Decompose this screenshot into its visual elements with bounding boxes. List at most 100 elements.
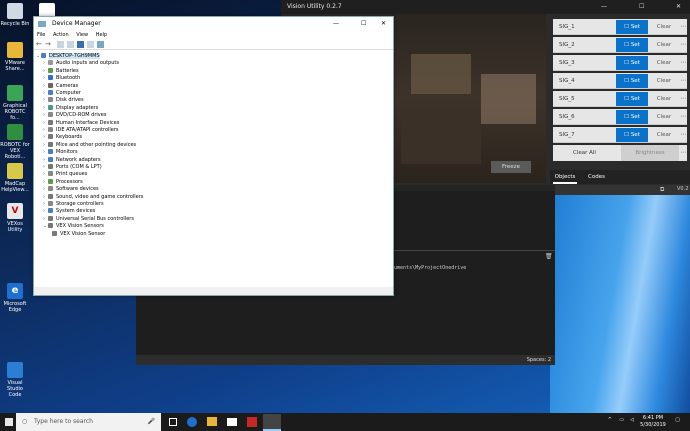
tree-item[interactable]: › Bluetooth bbox=[43, 75, 80, 82]
search-box[interactable]: ○ Type here to search 🎤 bbox=[16, 413, 161, 431]
menu-file[interactable]: File bbox=[37, 32, 45, 38]
tree-item[interactable]: › DVD/CD-ROM drives bbox=[43, 112, 106, 119]
close-icon[interactable]: ✕ bbox=[676, 0, 681, 14]
tree-root[interactable]: ⌄ DESKTOP-7GH9MMS bbox=[36, 53, 100, 60]
minimize-icon[interactable]: — bbox=[601, 0, 607, 14]
tree-item[interactable]: › Human Interface Devices bbox=[43, 119, 119, 127]
app-red-icon[interactable] bbox=[247, 417, 257, 427]
forward-icon[interactable]: → bbox=[45, 41, 52, 48]
tree-item[interactable]: ⌄ VEX Vision Sensors bbox=[43, 223, 104, 230]
file-explorer-icon[interactable] bbox=[207, 417, 217, 426]
clear-button[interactable]: Clear bbox=[649, 92, 679, 106]
vision-utility-taskbar-icon[interactable] bbox=[263, 414, 281, 431]
desktop-icon-graphical-robotc[interactable]: Graphical ROBOTC fo... bbox=[0, 85, 30, 121]
clear-button[interactable]: Clear bbox=[649, 128, 679, 142]
menu-bar: File Action View Help bbox=[34, 31, 393, 40]
tree-item[interactable]: › Audio inputs and outputs bbox=[43, 60, 119, 67]
more-icon[interactable]: ⋯ bbox=[680, 110, 687, 124]
set-button[interactable]: ☐ Set bbox=[616, 20, 648, 34]
set-button[interactable]: ☐ Set bbox=[616, 110, 648, 124]
menu-view[interactable]: View bbox=[76, 32, 88, 38]
tree-item[interactable]: › Processors bbox=[43, 178, 83, 186]
clock-time[interactable]: 6:41 PM bbox=[638, 415, 668, 422]
tree-item[interactable]: › Sound, video and game controllers bbox=[43, 193, 143, 201]
tree-item[interactable]: › IDE ATA/ATAPI controllers bbox=[43, 127, 119, 134]
clear-button[interactable]: Clear bbox=[649, 110, 679, 124]
more-icon[interactable]: ⋯ bbox=[680, 56, 687, 70]
task-view-icon[interactable] bbox=[169, 418, 177, 426]
back-icon[interactable]: ← bbox=[36, 41, 43, 48]
minimize-icon[interactable]: — bbox=[333, 17, 339, 31]
tab-codes[interactable]: Codes bbox=[588, 170, 605, 184]
more-icon[interactable]: ⋯ bbox=[680, 128, 687, 142]
network-icon[interactable]: ▭ bbox=[619, 417, 624, 424]
version-label: V0.2 bbox=[677, 186, 689, 192]
maximize-icon[interactable]: ☐ bbox=[361, 17, 366, 31]
clear-button[interactable]: Clear bbox=[649, 20, 679, 34]
maximize-icon[interactable]: ☐ bbox=[639, 0, 644, 14]
desktop-icon-recycle-bin[interactable]: Recycle Bin bbox=[0, 3, 30, 27]
tray-chevron-icon[interactable]: ^ bbox=[608, 417, 612, 424]
tree-item[interactable]: › Software devices bbox=[43, 186, 99, 193]
vision-utility-titlebar: Vision Utility 0.2.7 — ☐ ✕ bbox=[281, 0, 690, 14]
update-driver-icon[interactable] bbox=[87, 41, 94, 48]
microphone-icon[interactable]: 🎤 bbox=[148, 413, 155, 431]
tree-item[interactable]: › Network adapters bbox=[43, 156, 101, 164]
scan-hardware-icon[interactable] bbox=[97, 41, 104, 48]
desktop-icon-vexos-utility[interactable]: V VEXos Utility bbox=[0, 203, 30, 233]
tree-item[interactable]: › Keyboards bbox=[43, 134, 82, 141]
tab-objects[interactable]: Objects bbox=[553, 170, 577, 184]
set-button[interactable]: ☐ Set bbox=[616, 128, 648, 142]
desktop-icon-robotc-vex[interactable]: ROBOTC for VEX Roboti... bbox=[0, 124, 30, 160]
tree-item[interactable]: › Monitors bbox=[43, 149, 78, 156]
status-spaces[interactable]: Spaces: 2 bbox=[527, 355, 551, 365]
clock-date[interactable]: 5/30/2019 bbox=[638, 422, 668, 429]
desktop-icon-vmware-share[interactable]: VMware Share... bbox=[0, 42, 30, 72]
desktop-icon-edge[interactable]: e Microsoft Edge bbox=[0, 283, 30, 313]
desktop-icon-madcap[interactable]: MadCap HelpView... bbox=[0, 163, 30, 193]
brightness-button[interactable]: Brightness bbox=[621, 145, 679, 161]
edge-icon[interactable] bbox=[187, 417, 197, 427]
set-button[interactable]: ☐ Set bbox=[616, 74, 648, 88]
clear-button[interactable]: Clear bbox=[649, 56, 679, 70]
more-icon[interactable]: ⋯ bbox=[680, 146, 687, 160]
more-icon[interactable]: ⋯ bbox=[680, 92, 687, 106]
tree-item[interactable]: › Display adapters bbox=[43, 104, 98, 112]
volume-icon[interactable]: ◁ bbox=[630, 417, 634, 424]
menu-action[interactable]: Action bbox=[53, 32, 69, 38]
clear-all-button[interactable]: Clear All bbox=[573, 145, 596, 161]
start-icon[interactable] bbox=[5, 418, 13, 426]
trash-icon[interactable]: 🗑 bbox=[545, 253, 553, 260]
tree-item[interactable]: › Mice and other pointing devices bbox=[43, 141, 136, 149]
help-icon[interactable] bbox=[77, 41, 84, 48]
freeze-button[interactable]: Freeze bbox=[491, 161, 531, 173]
more-icon[interactable]: ⋯ bbox=[680, 38, 687, 52]
clear-button[interactable]: Clear bbox=[649, 38, 679, 52]
tree-item[interactable]: › Cameras bbox=[43, 82, 78, 90]
more-icon[interactable]: ⋯ bbox=[680, 20, 687, 34]
camera-feed[interactable] bbox=[391, 14, 546, 183]
horizontal-scrollbar[interactable] bbox=[34, 287, 393, 295]
tree-child-item[interactable]: VEX Vision Sensor bbox=[52, 230, 105, 238]
desktop-icon-vscode[interactable]: Visual Studio Code bbox=[0, 362, 30, 398]
tree-item[interactable]: › Batteries bbox=[43, 67, 79, 75]
set-button[interactable]: ☐ Set bbox=[616, 38, 648, 52]
tree-item[interactable]: › System devices bbox=[43, 208, 95, 215]
set-button[interactable]: ☐ Set bbox=[616, 56, 648, 70]
close-icon[interactable]: ✕ bbox=[381, 17, 386, 31]
clear-button[interactable]: Clear bbox=[649, 74, 679, 88]
copy-icon[interactable]: ⧉ bbox=[660, 186, 664, 194]
tree-item[interactable]: › Computer bbox=[43, 90, 81, 97]
notifications-icon[interactable]: ▢ bbox=[675, 417, 680, 424]
show-hide-icon[interactable] bbox=[57, 41, 64, 48]
tree-item[interactable]: › Disk drives bbox=[43, 97, 84, 104]
tree-item[interactable]: › Universal Serial Bus controllers bbox=[43, 215, 134, 223]
menu-help[interactable]: Help bbox=[96, 32, 107, 38]
properties-icon[interactable] bbox=[67, 41, 74, 48]
tree-item[interactable]: › Ports (COM & LPT) bbox=[43, 164, 102, 171]
set-button[interactable]: ☐ Set bbox=[616, 92, 648, 106]
tree-item[interactable]: › Print queues bbox=[43, 171, 87, 178]
tree-item[interactable]: › Storage controllers bbox=[43, 201, 104, 208]
more-icon[interactable]: ⋯ bbox=[680, 74, 687, 88]
store-icon[interactable] bbox=[227, 418, 237, 426]
